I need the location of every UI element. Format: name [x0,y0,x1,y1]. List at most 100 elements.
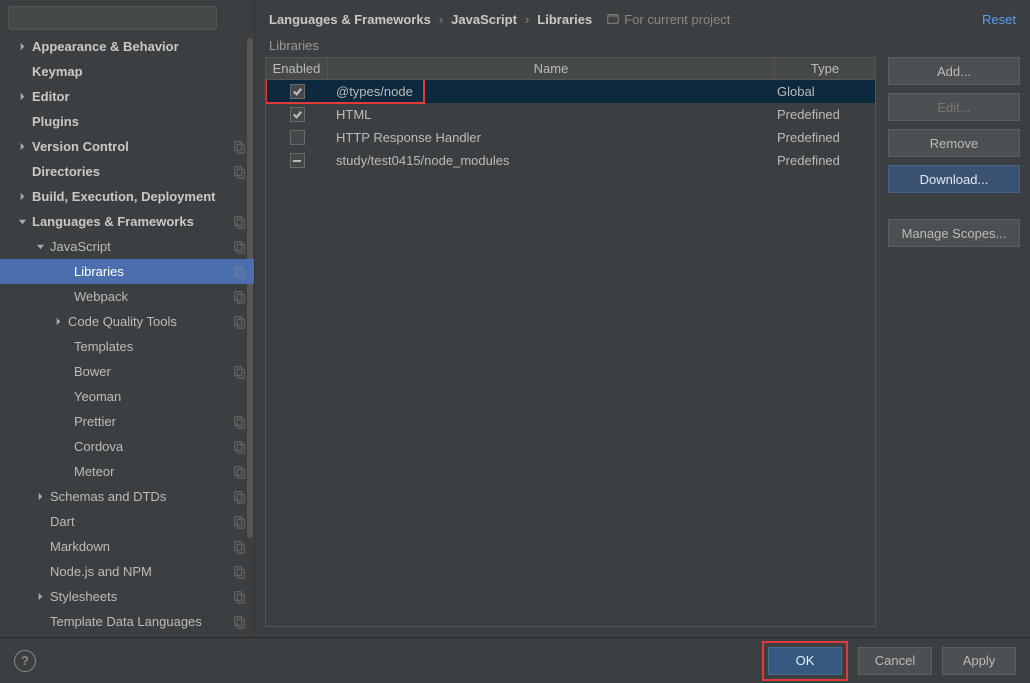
sidebar-item[interactable]: Version Control [0,134,254,159]
project-scope-icon [232,615,246,629]
search-input[interactable] [8,6,217,30]
project-scope-icon [232,565,246,579]
project-scope-icon [232,140,246,154]
arrow-spacer [34,616,46,628]
sidebar-item[interactable]: Appearance & Behavior [0,34,254,59]
sidebar-item[interactable]: Directories [0,159,254,184]
project-scope-icon [232,590,246,604]
sidebar-item[interactable]: Schemas and DTDs [0,484,254,509]
sidebar-item[interactable]: Editor [0,84,254,109]
sidebar-item[interactable]: Stylesheets [0,584,254,609]
manage-scopes-button[interactable]: Manage Scopes... [888,219,1020,247]
chevron-right-icon [16,91,28,103]
sidebar-item-label: Languages & Frameworks [32,214,232,229]
settings-tree[interactable]: Appearance & Behavior Keymap Editor Plugins… [0,34,254,637]
project-scope-icon [232,215,246,229]
sidebar-item[interactable]: Dart [0,509,254,534]
breadcrumb-seg-2[interactable]: Libraries [537,12,592,27]
breadcrumb-seg-0[interactable]: Languages & Frameworks [269,12,431,27]
table-row[interactable]: study/test0415/node_modulesPredefined [266,149,875,172]
reset-link[interactable]: Reset [982,12,1016,27]
sidebar-item[interactable]: Build, Execution, Deployment [0,184,254,209]
sidebar-item[interactable]: Keymap [0,59,254,84]
sidebar-item[interactable]: Plugins [0,109,254,134]
sidebar-item-label: Code Quality Tools [68,314,232,329]
ok-button[interactable]: OK [768,647,842,675]
download-button[interactable]: Download... [888,165,1020,193]
sidebar-item[interactable]: Code Quality Tools [0,309,254,334]
sidebar-item[interactable]: Languages & Frameworks [0,209,254,234]
col-enabled[interactable]: Enabled [266,58,328,79]
dialog-footer: ? OK Cancel Apply [0,637,1030,683]
arrow-spacer [16,116,28,128]
enabled-checkbox[interactable] [290,153,305,168]
sidebar-item-label: Node.js and NPM [50,564,232,579]
sidebar-item-label: Plugins [32,114,246,129]
project-scope-icon [232,265,246,279]
remove-button[interactable]: Remove [888,129,1020,157]
project-icon [606,12,620,26]
chevron-right-icon [16,141,28,153]
col-name[interactable]: Name [328,58,775,79]
project-scope-icon [232,240,246,254]
sidebar-item-label: Build, Execution, Deployment [32,189,246,204]
chevron-right-icon [16,41,28,53]
cell-type: Predefined [775,130,875,145]
sidebar-item-label: Cordova [74,439,232,454]
sidebar-item-label: Appearance & Behavior [32,39,246,54]
sidebar-item[interactable]: Markdown [0,534,254,559]
cell-name: HTML [328,107,775,122]
table-row[interactable]: HTMLPredefined [266,103,875,126]
col-type[interactable]: Type [775,58,875,79]
arrow-spacer [16,166,28,178]
sidebar-item[interactable]: JavaScript [0,234,254,259]
chevron-right-icon [52,316,64,328]
enabled-checkbox[interactable] [290,84,305,99]
cell-name: study/test0415/node_modules [328,153,775,168]
arrow-spacer [34,541,46,553]
breadcrumb-seg-1[interactable]: JavaScript [451,12,517,27]
cell-enabled [266,107,328,122]
sidebar-item-label: Directories [32,164,232,179]
sidebar-item[interactable]: Bower [0,359,254,384]
enabled-checkbox[interactable] [290,107,305,122]
cell-type: Predefined [775,107,875,122]
edit-button[interactable]: Edit... [888,93,1020,121]
enabled-checkbox[interactable] [290,130,305,145]
sidebar-item[interactable]: Templates [0,334,254,359]
sidebar-item-label: Dart [50,514,232,529]
sidebar-item[interactable]: Node.js and NPM [0,559,254,584]
project-scope-icon [232,315,246,329]
sidebar-item[interactable]: Webpack [0,284,254,309]
sidebar-item[interactable]: Yeoman [0,384,254,409]
project-scope-icon [232,540,246,554]
current-project-label: For current project [606,12,730,27]
help-icon[interactable]: ? [14,650,36,672]
add-button[interactable]: Add... [888,57,1020,85]
sidebar-item-label: Version Control [32,139,232,154]
sidebar-item-label: Libraries [74,264,232,279]
breadcrumb-sep-icon: › [525,12,529,27]
sidebar-item-label: Keymap [32,64,246,79]
project-scope-icon [232,490,246,504]
arrow-spacer [16,66,28,78]
sidebar-item-label: JavaScript [50,239,232,254]
sidebar-item[interactable]: Template Data Languages [0,609,254,634]
libraries-table: Enabled Name Type @types/nodeGlobalHTMLP… [265,57,876,627]
apply-button[interactable]: Apply [942,647,1016,675]
table-row[interactable]: @types/nodeGlobal [266,80,875,103]
table-row[interactable]: HTTP Response HandlerPredefined [266,126,875,149]
table-body[interactable]: @types/nodeGlobalHTMLPredefinedHTTP Resp… [266,80,875,626]
cancel-button[interactable]: Cancel [858,647,932,675]
sidebar-item[interactable]: Libraries [0,259,254,284]
content-pane: Languages & Frameworks › JavaScript › Li… [255,0,1030,637]
sidebar-item[interactable]: Prettier [0,409,254,434]
sidebar-item-label: Templates [74,339,246,354]
chevron-right-icon [34,591,46,603]
cell-enabled [266,130,328,145]
sidebar-item[interactable]: Meteor [0,459,254,484]
sidebar-item-label: Schemas and DTDs [50,489,232,504]
sidebar-item-label: Prettier [74,414,232,429]
arrow-spacer [58,366,70,378]
sidebar-item[interactable]: Cordova [0,434,254,459]
